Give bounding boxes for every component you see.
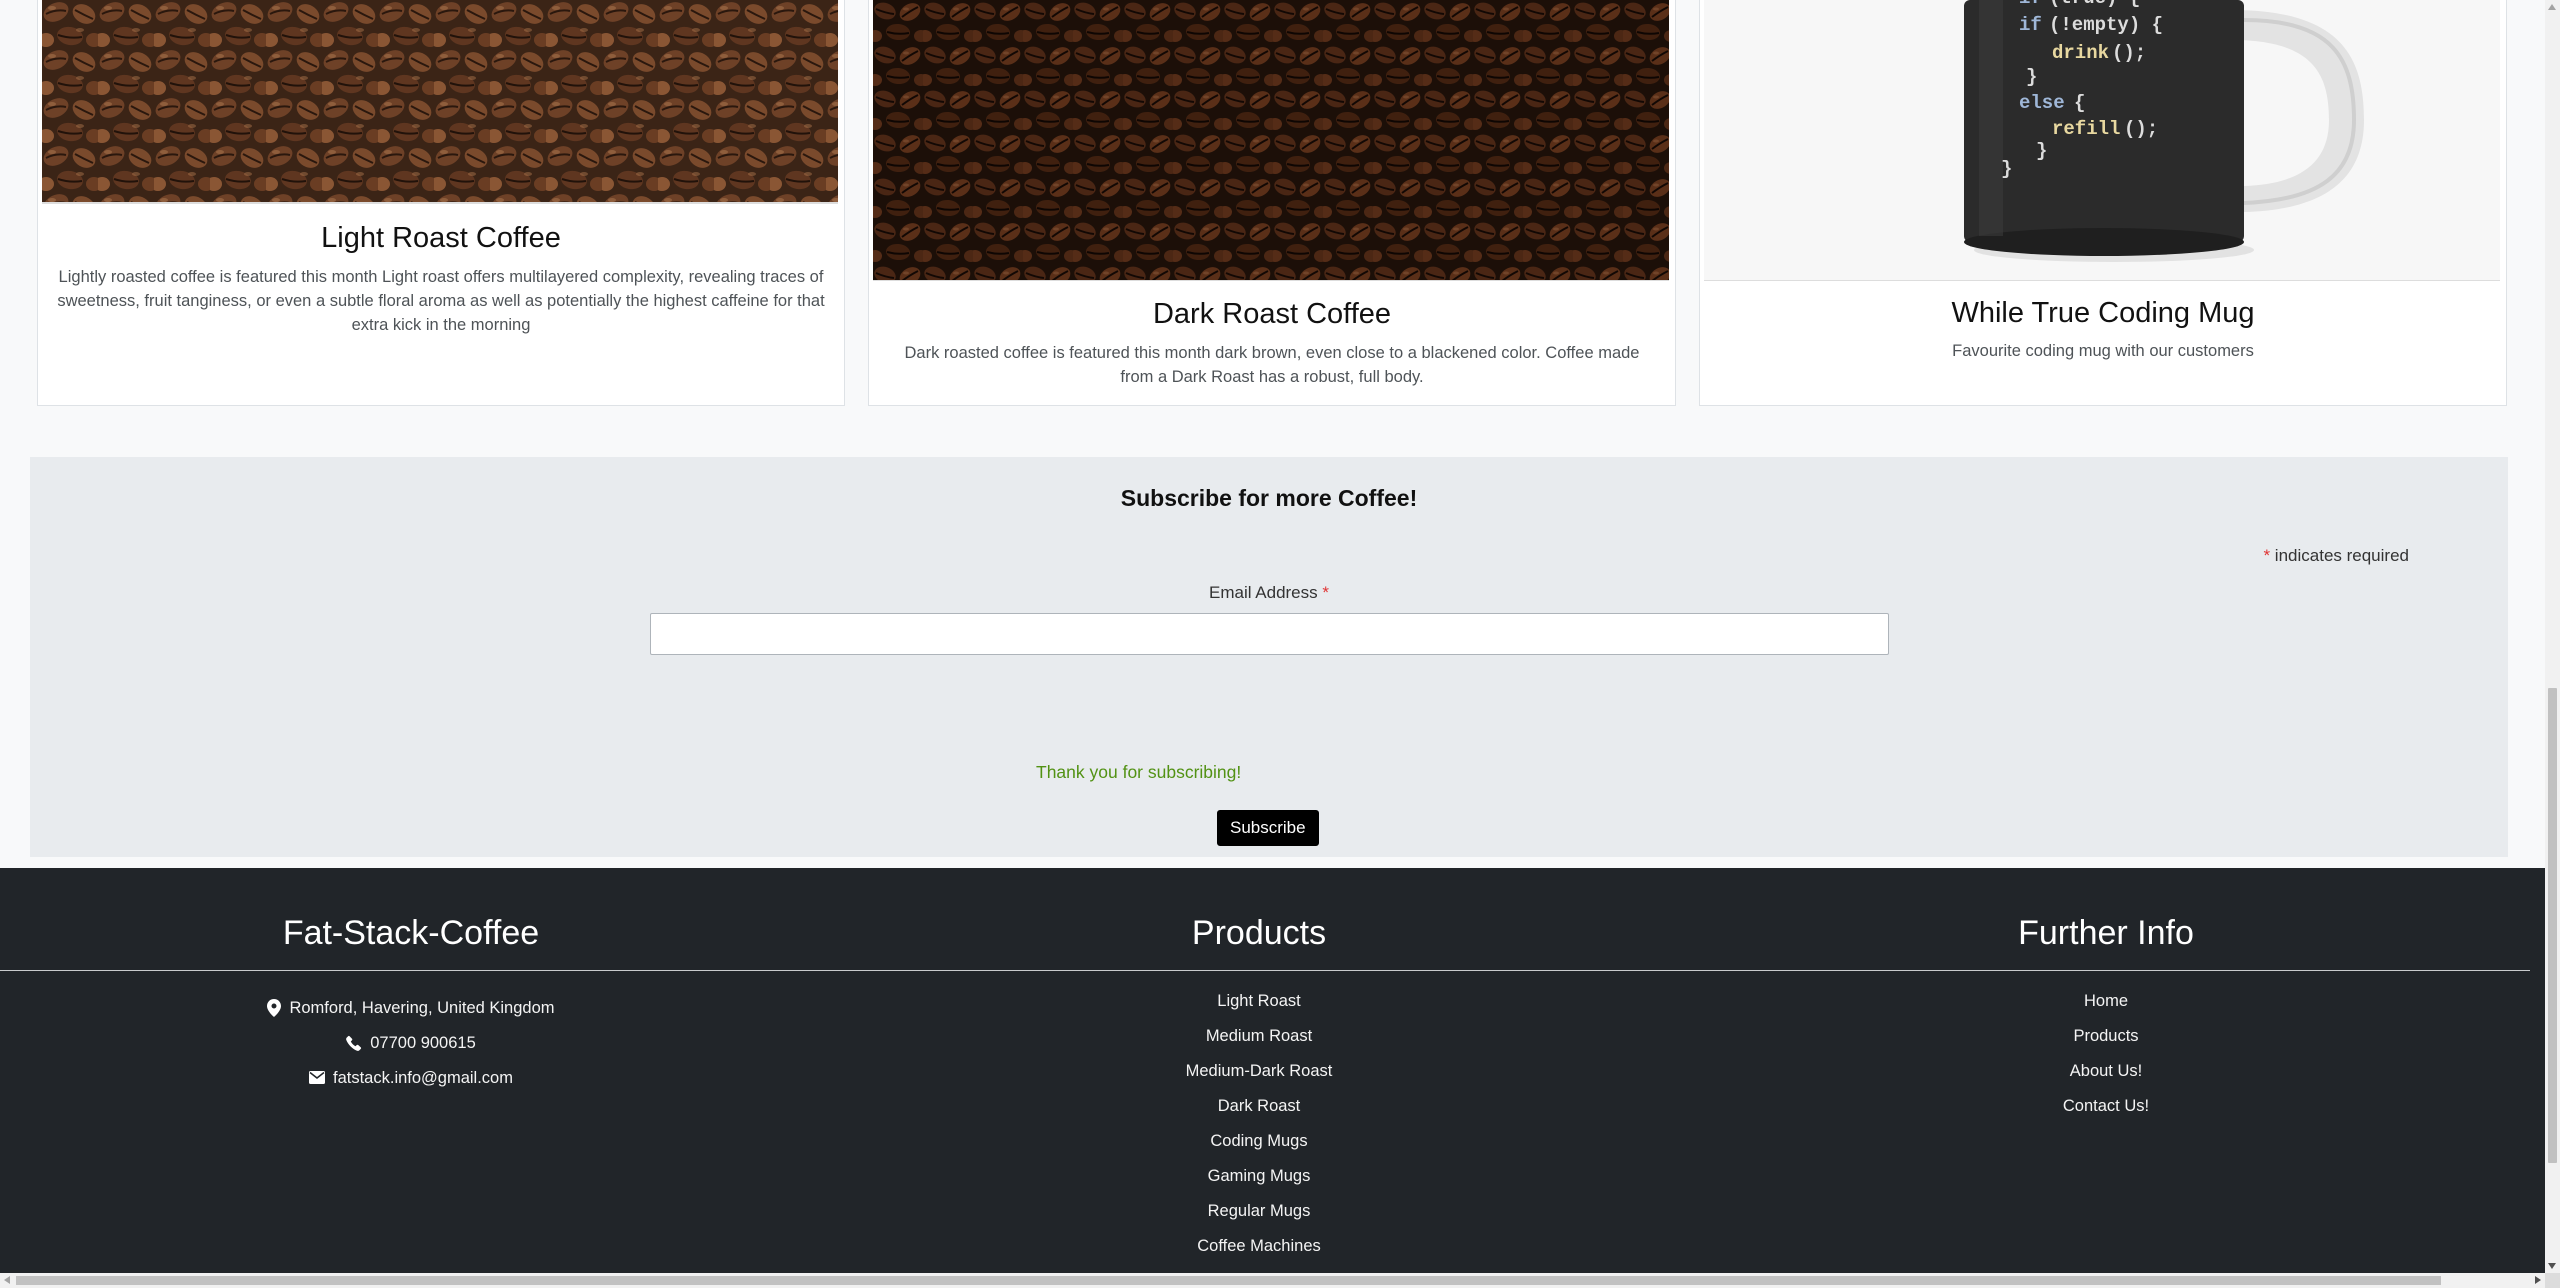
footer-info-heading: Further Info	[2018, 914, 2194, 952]
footer-link-products[interactable]: Products	[1860, 1025, 2352, 1060]
footer-info-list: Home Products About Us! Contact Us!	[1860, 990, 2352, 1130]
horizontal-scrollbar[interactable]	[0, 1273, 2560, 1288]
footer-link-dark-roast[interactable]: Dark Roast	[1020, 1095, 1498, 1130]
scroll-up-arrow-icon[interactable]	[2548, 4, 2556, 10]
product-card-light-roast[interactable]: Light Roast Coffee Lightly roasted coffe…	[37, 0, 845, 406]
footer-link-medium-roast[interactable]: Medium Roast	[1020, 1025, 1498, 1060]
footer-link-coffee-machines[interactable]: Coffee Machines	[1020, 1235, 1498, 1270]
subscribe-success-message: Thank you for subscribing!	[1036, 762, 1242, 782]
svg-text:(!empty) {: (!empty) {	[2049, 14, 2163, 36]
envelope-icon	[309, 1071, 325, 1084]
required-note: * indicates required	[2263, 546, 2409, 566]
scroll-right-arrow-icon[interactable]	[2535, 1276, 2541, 1284]
footer-email-text: fatstack.info@gmail.com	[333, 1068, 513, 1087]
products-cards-section: Light Roast Coffee Lightly roasted coffe…	[0, 0, 2545, 446]
footer-link-light-roast[interactable]: Light Roast	[1020, 990, 1498, 1025]
subscribe-title: Subscribe for more Coffee!	[1120, 485, 1418, 511]
light-roast-image	[42, 0, 838, 204]
footer-link-coding-mugs[interactable]: Coding Mugs	[1020, 1130, 1498, 1165]
site-footer: Fat-Stack-Coffee Romford, Havering, Unit…	[0, 868, 2545, 1273]
card-title: Light Roast Coffee	[321, 222, 561, 254]
footer-link-gaming-mugs[interactable]: Gaming Mugs	[1020, 1165, 1498, 1200]
svg-text:}: }	[2001, 158, 2012, 180]
vertical-scrollbar-thumb[interactable]	[2548, 688, 2557, 1163]
svg-text:if: if	[2019, 0, 2042, 9]
footer-phone-text: 07700 900615	[370, 1033, 476, 1052]
svg-text:(true) {: (true) {	[2049, 0, 2140, 9]
map-pin-icon	[267, 998, 282, 1017]
coding-mug-image: if(true) { if(!empty) { drink(); } else{…	[1704, 0, 2500, 281]
footer-products-heading: Products	[1191, 914, 1327, 952]
email-label-text: Email Address	[1208, 583, 1318, 602]
svg-text:();: ();	[2112, 42, 2146, 64]
footer-link-contact[interactable]: Contact Us!	[1860, 1095, 2352, 1130]
required-asterisk: *	[2263, 546, 2271, 565]
scroll-down-arrow-icon[interactable]	[2548, 1263, 2556, 1269]
footer-location-text: Romford, Havering, United Kingdom	[289, 998, 555, 1017]
footer-brand-heading: Fat-Stack-Coffee	[282, 914, 540, 952]
footer-email: fatstack.info@gmail.com	[0, 1060, 822, 1095]
svg-text:if: if	[2019, 14, 2042, 36]
svg-text:refill: refill	[2052, 118, 2120, 140]
product-card-dark-roast[interactable]: Dark Roast Coffee Dark roasted coffee is…	[868, 0, 1676, 406]
svg-text:drink: drink	[2052, 42, 2109, 64]
email-field[interactable]	[650, 613, 1889, 655]
phone-icon	[346, 1035, 362, 1051]
product-card-coding-mug[interactable]: if(true) { if(!empty) { drink(); } else{…	[1699, 0, 2507, 406]
svg-text:{: {	[2074, 92, 2085, 114]
footer-contact-list: Romford, Havering, United Kingdom 07700 …	[0, 990, 822, 1095]
card-title: Dark Roast Coffee	[1152, 298, 1392, 330]
footer-link-medium-dark-roast[interactable]: Medium-Dark Roast	[1020, 1060, 1498, 1095]
horizontal-scrollbar-thumb[interactable]	[16, 1276, 2441, 1285]
svg-text:}: }	[2036, 140, 2047, 162]
subscribe-section: Subscribe for more Coffee! * indicates r…	[30, 457, 2508, 857]
card-description: Favourite coding mug with our customers	[1952, 342, 2254, 360]
subscribe-button[interactable]: Subscribe	[1217, 810, 1319, 846]
footer-link-about[interactable]: About Us!	[1860, 1060, 2352, 1095]
footer-phone: 07700 900615	[0, 1025, 822, 1060]
scroll-left-arrow-icon[interactable]	[4, 1276, 10, 1284]
footer-link-home[interactable]: Home	[1860, 990, 2352, 1025]
footer-location: Romford, Havering, United Kingdom	[0, 990, 822, 1025]
footer-link-regular-mugs[interactable]: Regular Mugs	[1020, 1200, 1498, 1235]
footer-products-list: Light Roast Medium Roast Medium-Dark Roa…	[1020, 990, 1498, 1270]
card-title: While True Coding Mug	[1951, 297, 2255, 329]
card-description: Dark roasted coffee is featured this mon…	[904, 344, 1640, 386]
card-description: Lightly roasted coffee is featured this …	[57, 268, 825, 334]
footer-divider	[0, 970, 2530, 971]
svg-text:else: else	[2019, 92, 2065, 114]
dark-roast-image	[873, 0, 1669, 281]
svg-text:}: }	[2026, 66, 2037, 88]
scrollbar-corner	[2545, 1273, 2560, 1288]
required-note-text: indicates required	[2274, 546, 2409, 565]
email-required-asterisk: *	[1322, 583, 1330, 602]
email-label: Email Address *	[30, 583, 2508, 603]
svg-text:();: ();	[2124, 118, 2158, 140]
vertical-scrollbar[interactable]	[2545, 0, 2560, 1273]
